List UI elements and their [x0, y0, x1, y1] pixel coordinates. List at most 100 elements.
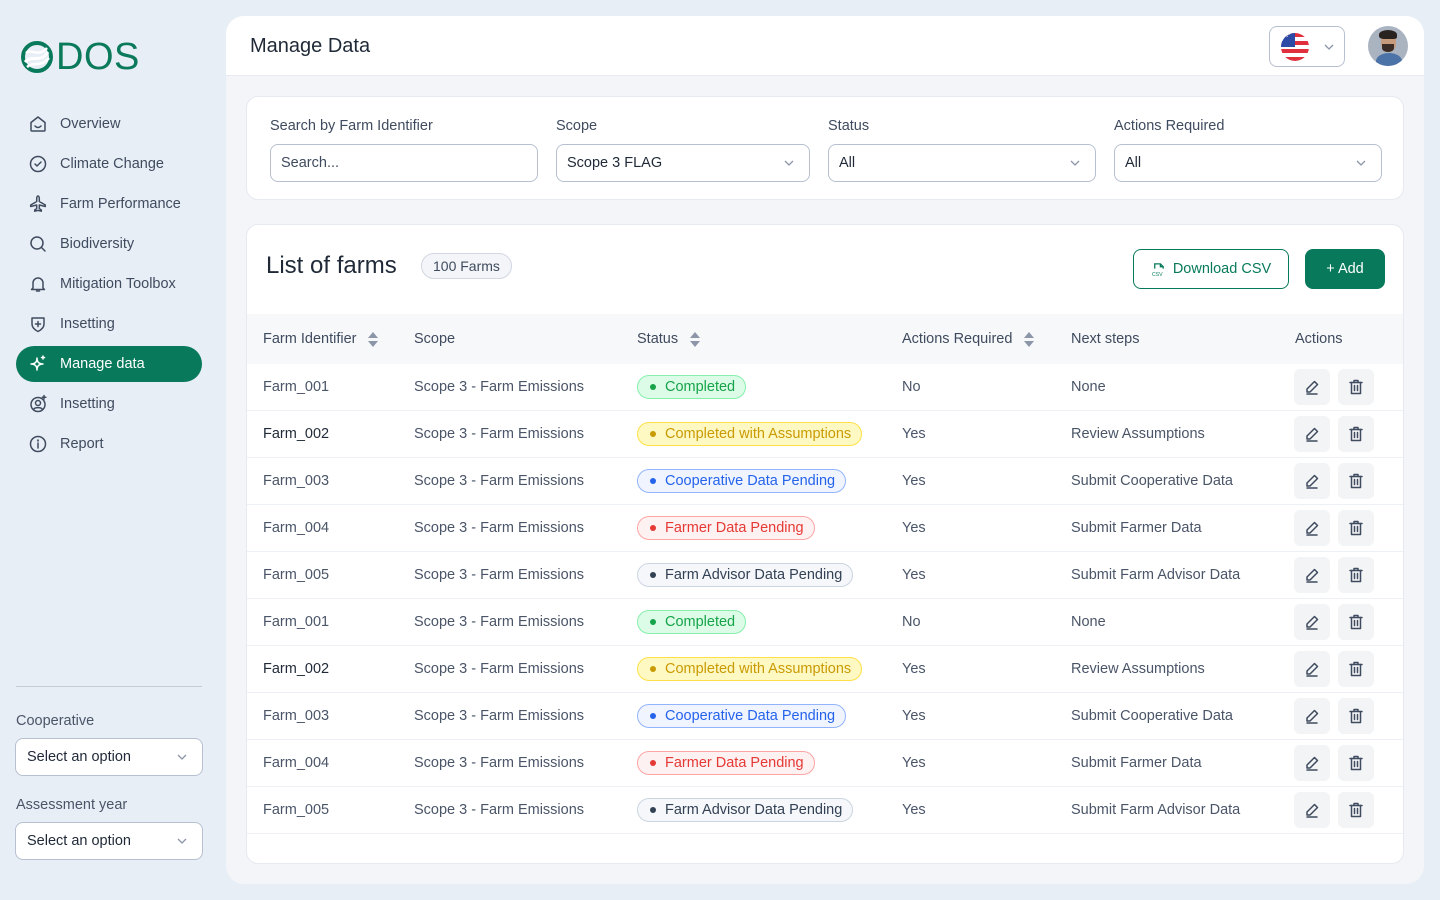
trash-icon [1349, 802, 1363, 818]
edit-button[interactable] [1294, 604, 1330, 640]
table-row[interactable]: Farm_005 Scope 3 - Farm Emissions Farm A… [247, 552, 1403, 599]
column-label: Scope [414, 331, 456, 347]
delete-button[interactable] [1338, 698, 1374, 734]
trash-icon [1349, 426, 1363, 442]
table-row[interactable]: Farm_001 Scope 3 - Farm Emissions Comple… [247, 599, 1403, 646]
scope-select[interactable]: Scope 3 FLAG [556, 144, 810, 182]
dos-logo-icon [21, 41, 53, 73]
next-steps-cell: None [1071, 614, 1106, 630]
search-filter-label: Search by Farm Identifier [270, 118, 433, 134]
user-plus-icon [30, 394, 47, 413]
sidebar-item-overview[interactable]: Overview [16, 106, 202, 142]
add-farm-button[interactable]: + Add [1305, 249, 1385, 289]
status-label: Farmer Data Pending [665, 520, 804, 536]
column-header-status[interactable]: Status [637, 314, 701, 364]
sidebar-item-insetting[interactable]: Insetting [16, 306, 202, 342]
farm-list-card: List of farms 100 Farms CSV Download CSV… [246, 224, 1404, 864]
actions-required-cell: Yes [902, 473, 926, 489]
status-cell: Farmer Data Pending [637, 505, 815, 551]
status-select-value: All [839, 155, 856, 171]
sidebar-item-report[interactable]: Report [16, 426, 202, 462]
next-steps-cell: Submit Cooperative Data [1071, 708, 1233, 724]
actions-required-select[interactable]: All [1114, 144, 1382, 182]
table-row[interactable]: Farm_004 Scope 3 - Farm Emissions Farmer… [247, 505, 1403, 552]
sidebar-item-climate-change[interactable]: Climate Change [16, 146, 202, 182]
farm-identifier-cell: Farm_002 [263, 426, 330, 442]
next-steps-cell: Submit Farm Advisor Data [1071, 802, 1241, 818]
sidebar-item-label: Manage data [60, 356, 145, 372]
cooperative-select[interactable]: Select an option [15, 738, 203, 776]
edit-button[interactable] [1294, 651, 1330, 687]
trash-icon [1349, 473, 1363, 489]
sidebar-item-biodiversity[interactable]: Biodiversity [16, 226, 202, 262]
us-flag-icon [1281, 32, 1309, 61]
sort-icon[interactable] [690, 331, 701, 347]
pencil-icon [1306, 615, 1319, 630]
user-avatar[interactable] [1368, 26, 1408, 66]
actions-cell [1294, 599, 1374, 645]
table-row[interactable]: Farm_003 Scope 3 - Farm Emissions Cooper… [247, 458, 1403, 505]
table-row[interactable]: Farm_005 Scope 3 - Farm Emissions Farm A… [247, 787, 1403, 834]
sidebar-item-mitigation-toolbox[interactable]: Mitigation Toolbox [16, 266, 202, 302]
column-header-farm-identifier[interactable]: Farm Identifier [263, 314, 379, 364]
sidebar-item-farm-performance[interactable]: Farm Performance [16, 186, 202, 222]
status-badge: Farmer Data Pending [637, 751, 815, 775]
next-steps-cell: None [1071, 379, 1106, 395]
edit-button[interactable] [1294, 698, 1330, 734]
delete-button[interactable] [1338, 463, 1374, 499]
sidebar-item-insetting-2[interactable]: Insetting [16, 386, 202, 422]
delete-button[interactable] [1338, 369, 1374, 405]
sort-icon[interactable] [1024, 331, 1035, 347]
table-header: Farm Identifier Scope Status Actions Req… [247, 314, 1403, 364]
status-select[interactable]: All [828, 144, 1096, 182]
edit-button[interactable] [1294, 792, 1330, 828]
column-label: Status [637, 331, 679, 347]
actions-required-filter: Actions Required All [1114, 118, 1382, 182]
next-steps-cell: Review Assumptions [1071, 661, 1205, 677]
status-filter: Status All [828, 118, 1096, 182]
edit-button[interactable] [1294, 463, 1330, 499]
status-cell: Farm Advisor Data Pending [637, 552, 854, 598]
search-input[interactable]: Search... [270, 144, 538, 182]
avatar-shirt [1376, 53, 1402, 66]
status-label: Farm Advisor Data Pending [665, 567, 843, 583]
table-row[interactable]: Farm_001 Scope 3 - Farm Emissions Comple… [247, 364, 1403, 411]
trash-icon [1349, 708, 1363, 724]
assessment-year-select[interactable]: Select an option [15, 822, 203, 860]
status-dot [650, 384, 656, 390]
delete-button[interactable] [1338, 745, 1374, 781]
delete-button[interactable] [1338, 510, 1374, 546]
delete-button[interactable] [1338, 604, 1374, 640]
column-header-actions-required[interactable]: Actions Required [902, 314, 1035, 364]
delete-button[interactable] [1338, 792, 1374, 828]
pencil-icon [1306, 474, 1319, 489]
scope-cell: Scope 3 - Farm Emissions [414, 802, 585, 818]
actions-required-cell: Yes [902, 661, 926, 677]
delete-button[interactable] [1338, 416, 1374, 452]
edit-button[interactable] [1294, 369, 1330, 405]
status-cell: Completed with Assumptions [637, 411, 863, 457]
logo[interactable]: DOS [20, 38, 140, 76]
language-selector[interactable] [1269, 26, 1345, 67]
edit-button[interactable] [1294, 557, 1330, 593]
delete-button[interactable] [1338, 557, 1374, 593]
sort-icon[interactable] [368, 331, 379, 347]
table-row[interactable]: Farm_003 Scope 3 - Farm Emissions Cooper… [247, 693, 1403, 740]
column-label: Next steps [1071, 331, 1140, 347]
edit-button[interactable] [1294, 745, 1330, 781]
download-csv-label: Download CSV [1172, 261, 1272, 277]
table-row[interactable]: Farm_004 Scope 3 - Farm Emissions Farmer… [247, 740, 1403, 787]
chevron-down-icon [177, 838, 187, 844]
table-row[interactable]: Farm_002 Scope 3 - Farm Emissions Comple… [247, 646, 1403, 693]
edit-button[interactable] [1294, 416, 1330, 452]
edit-button[interactable] [1294, 510, 1330, 546]
delete-button[interactable] [1338, 651, 1374, 687]
status-badge: Completed [637, 610, 747, 634]
table-row[interactable]: Farm_002 Scope 3 - Farm Emissions Comple… [247, 411, 1403, 458]
cooperative-label: Cooperative [16, 713, 95, 729]
scope-filter: Scope Scope 3 FLAG [556, 118, 810, 182]
pencil-icon [1306, 427, 1319, 442]
download-csv-button[interactable]: CSV Download CSV [1133, 249, 1289, 289]
trash-icon [1349, 661, 1363, 677]
sidebar-item-manage-data[interactable]: Manage data [16, 346, 202, 382]
